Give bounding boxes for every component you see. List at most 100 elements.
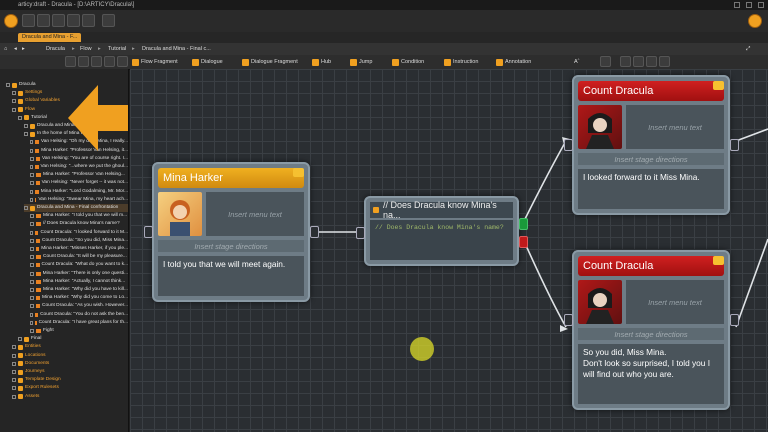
dialogue-node-dracula-bottom[interactable]: Count Dracula Insert menu text Insert st… xyxy=(564,250,739,410)
output-pin[interactable] xyxy=(730,314,739,326)
tree-item[interactable]: Count Dracula: "As you wish. However... xyxy=(30,302,128,310)
menu-text-field[interactable]: Insert menu text xyxy=(626,105,724,149)
delete-icon[interactable] xyxy=(117,56,128,67)
expand-toggle-icon[interactable] xyxy=(30,312,34,317)
expand-toggle-icon[interactable] xyxy=(30,263,34,268)
tree-item[interactable]: Count Dracula: "I have great plans for t… xyxy=(30,319,128,327)
toolbar-condition[interactable]: Condition xyxy=(392,57,424,67)
dialogue-node-dracula-top[interactable]: Count Dracula Insert menu text Insert st… xyxy=(564,75,739,215)
tree-item[interactable]: Export Rulesets xyxy=(12,384,128,392)
tree-item[interactable]: Van Helsing: "You are of course right. I… xyxy=(30,155,128,163)
expand-toggle-icon[interactable] xyxy=(12,394,16,399)
save-button[interactable] xyxy=(22,14,35,27)
expand-toggle-icon[interactable] xyxy=(30,140,34,145)
expand-toggle-icon[interactable] xyxy=(30,214,34,219)
output-pin[interactable] xyxy=(310,226,319,238)
tab-dracula-and-mina[interactable]: Dracula and Mina - F... xyxy=(18,33,82,42)
expand-icon[interactable]: ⤢ xyxy=(746,45,750,53)
dialogue-node-mina[interactable]: Mina Harker Insert menu text Insert stag… xyxy=(144,162,319,302)
stage-directions-field[interactable]: Insert stage directions xyxy=(578,153,724,165)
expand-toggle-icon[interactable] xyxy=(30,271,34,276)
expand-toggle-icon[interactable] xyxy=(30,230,34,235)
tree-item[interactable]: Mina Harker: "Actually, I cannot think..… xyxy=(30,278,128,286)
minimize-button[interactable] xyxy=(734,2,740,8)
toolbar-dialogue-fragment[interactable]: Dialogue Fragment xyxy=(242,57,298,67)
undo-button[interactable] xyxy=(67,14,80,27)
tree-item[interactable]: Mina Harker: "Why did you come to Lo... xyxy=(30,294,128,302)
dialogue-text[interactable]: So you did, Miss Mina. Don't look so sur… xyxy=(578,344,724,404)
expand-toggle-icon[interactable] xyxy=(30,165,34,169)
tree-item[interactable]: Van Helsing: "...where we put the ghoul.… xyxy=(30,163,128,171)
expand-toggle-icon[interactable] xyxy=(12,370,16,374)
expand-toggle-icon[interactable] xyxy=(12,91,16,96)
tree-item[interactable]: Final xyxy=(18,335,128,343)
toolbar-instruction[interactable]: Instruction xyxy=(444,57,478,67)
layout-right-icon[interactable] xyxy=(633,56,644,67)
tree-item[interactable]: Mina Harker: "There is only one questi..… xyxy=(30,270,128,278)
dialogue-text[interactable]: I told you that we will meet again. xyxy=(158,256,304,296)
note-icon[interactable] xyxy=(713,81,724,90)
back-icon[interactable]: ◂ xyxy=(14,45,17,53)
menu-text-field[interactable]: Insert menu text xyxy=(206,192,304,236)
tree-item[interactable]: Van Helsing: "Swear Mina, my heart ach..… xyxy=(30,196,128,204)
tree-item[interactable]: Mina Harker: "Professor Van Helsing... xyxy=(30,171,128,179)
settings-icon[interactable] xyxy=(748,14,762,28)
search-button[interactable] xyxy=(102,14,115,27)
toolbar-flow-fragment[interactable]: Flow Fragment xyxy=(132,57,178,67)
expand-toggle-icon[interactable] xyxy=(12,99,16,104)
note-icon[interactable] xyxy=(713,256,724,265)
expand-toggle-icon[interactable] xyxy=(18,115,22,120)
output-pin[interactable] xyxy=(730,139,739,151)
tree-item[interactable]: Mina Harker: "Misses Harker, if you ple.… xyxy=(30,245,128,253)
filter-icon[interactable] xyxy=(78,56,89,67)
refresh-icon[interactable] xyxy=(65,56,76,67)
expand-toggle-icon[interactable] xyxy=(30,197,33,202)
expand-toggle-icon[interactable] xyxy=(24,124,28,128)
expand-toggle-icon[interactable] xyxy=(12,386,16,391)
tree-item[interactable]: Journeys xyxy=(12,368,128,376)
expand-toggle-icon[interactable] xyxy=(12,345,16,350)
breadcrumb-item[interactable]: Tutorial xyxy=(108,45,126,53)
expand-toggle-icon[interactable] xyxy=(30,296,34,301)
tree-item[interactable]: Mina Harker: "I told you that we will m.… xyxy=(30,212,128,220)
expand-toggle-icon[interactable] xyxy=(30,222,34,227)
home-icon[interactable]: ⌂ xyxy=(4,45,7,53)
flow-canvas[interactable]: Mina Harker Insert menu text Insert stag… xyxy=(130,69,768,432)
layout-button[interactable] xyxy=(37,14,50,27)
add-icon[interactable] xyxy=(104,56,115,67)
expand-toggle-icon[interactable] xyxy=(12,107,16,112)
expand-toggle-icon[interactable] xyxy=(30,247,34,251)
input-pin[interactable] xyxy=(564,139,573,151)
toolbar-annotation[interactable]: Annotation xyxy=(496,57,531,67)
tree-item[interactable]: Mina Harker: "Why did you have to kill..… xyxy=(30,286,128,294)
tree-item[interactable]: Assets xyxy=(12,393,128,401)
condition-script[interactable]: // Does Dracula know Mina's name? xyxy=(370,220,513,260)
font-size-control[interactable]: Aˆ xyxy=(574,57,580,67)
expand-toggle-icon[interactable] xyxy=(30,255,34,260)
tree-item[interactable]: Count Dracula: "What do you want to k... xyxy=(30,261,128,269)
grid-button[interactable] xyxy=(52,14,65,27)
input-pin[interactable] xyxy=(564,314,573,326)
expand-toggle-icon[interactable] xyxy=(30,304,34,309)
toolbar-jump[interactable]: Jump xyxy=(350,57,372,67)
maximize-button[interactable] xyxy=(746,2,752,8)
expand-toggle-icon[interactable] xyxy=(24,206,28,210)
expand-toggle-icon[interactable] xyxy=(30,173,34,178)
tree-item[interactable]: Count Dracula: "I looked forward to it M… xyxy=(30,229,128,237)
tree-item[interactable]: Count Dracula: "You do not ask the ben..… xyxy=(30,311,128,319)
expand-toggle-icon[interactable] xyxy=(30,288,34,292)
expand-toggle-icon[interactable] xyxy=(30,238,34,243)
tree-item[interactable]: // Does Dracula know Mina's name? xyxy=(30,220,128,228)
breadcrumb-item[interactable]: Dracula and Mina - Final c... xyxy=(142,45,211,53)
tree-item[interactable]: Van Helsing: "Never forget -- it was not… xyxy=(30,179,128,187)
expand-toggle-icon[interactable] xyxy=(12,353,16,358)
zoom-icon[interactable] xyxy=(91,56,102,67)
tree-item[interactable]: Entities xyxy=(12,343,128,351)
expand-toggle-icon[interactable] xyxy=(30,148,34,153)
expand-toggle-icon[interactable] xyxy=(30,329,34,333)
tree-item[interactable]: Template Design xyxy=(12,376,128,384)
input-pin[interactable] xyxy=(356,227,365,239)
true-output-pin[interactable] xyxy=(519,218,528,230)
note-icon[interactable] xyxy=(293,168,304,177)
tree-item[interactable]: Dracula and Mina - Final confrontation xyxy=(24,204,128,212)
